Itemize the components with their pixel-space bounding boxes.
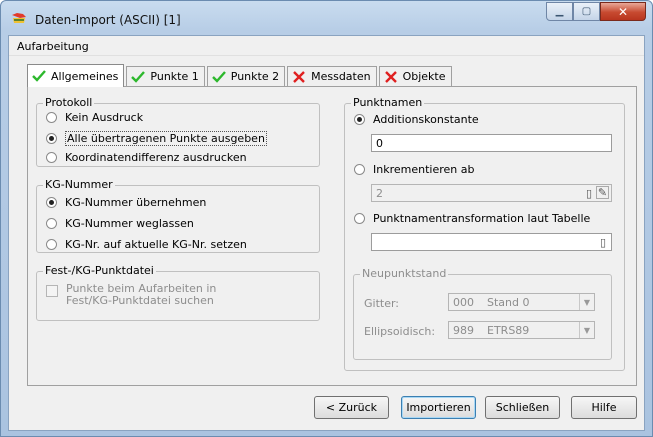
file-icon[interactable]: ▯ (582, 186, 596, 200)
minimize-button[interactable]: ▁ (546, 2, 573, 21)
radio-koordinatendifferenz[interactable]: Koordinatendifferenz ausdrucken (46, 151, 247, 164)
tab-panel: Protokoll Kein Ausdruck Alle übertragene… (27, 86, 637, 386)
ellipsoidisch-select[interactable]: 989 ETRS89 ▼ (448, 321, 595, 339)
minimize-icon: ▁ (555, 6, 564, 17)
dialog-client: Aufarbeitung Allgemeines Punkte 1 Punkte… (8, 35, 645, 431)
help-button[interactable]: Hilfe (571, 396, 637, 419)
radio-transformation[interactable]: Punktnamentransformation laut Tabelle (354, 212, 590, 225)
group-label: Neupunktstand (360, 267, 449, 280)
x-icon (384, 70, 397, 83)
protokoll-group: Protokoll Kein Ausdruck Alle übertragene… (36, 96, 320, 167)
inkrementieren-input[interactable]: 2 (371, 184, 612, 202)
tab-label: Punkte 2 (230, 70, 280, 83)
group-label: Punktnamen (351, 96, 425, 109)
neupunktstand-group: Neupunktstand Gitter: 000 Stand 0 ▼ Elli… (353, 267, 612, 360)
checkbox-punkte-suchen[interactable]: Punkte beim Aufarbeiten in Fest/KG-Punkt… (46, 283, 216, 307)
close-button[interactable]: Schließen (485, 396, 560, 419)
radio-circle (354, 213, 365, 224)
check-icon (211, 70, 226, 83)
tab-punkte-2[interactable]: Punkte 2 (206, 66, 286, 86)
title-bar[interactable]: Daten-Import (ASCII) [1] ▁ ▢ ✕ (1, 1, 652, 35)
radio-inkrementieren[interactable]: Inkrementieren ab (354, 163, 474, 176)
tab-allgemeines[interactable]: Allgemeines (27, 64, 125, 87)
additionskonstante-input[interactable]: 0 (371, 134, 612, 152)
gitter-label: Gitter: (364, 297, 400, 310)
maximize-button[interactable]: ▢ (573, 2, 600, 21)
close-window-button[interactable]: ✕ (600, 2, 646, 21)
radio-circle (354, 164, 365, 175)
checkbox-box (46, 285, 58, 297)
group-label: Protokoll (43, 96, 95, 109)
radio-kg-aktuell[interactable]: KG-Nr. auf aktuelle KG-Nr. setzen (46, 238, 247, 251)
gitter-select[interactable]: 000 Stand 0 ▼ (448, 293, 595, 311)
radio-circle (46, 197, 57, 208)
back-button[interactable]: < Zurück (314, 396, 389, 419)
tab-label: Objekte (402, 70, 446, 83)
tab-strip: Allgemeines Punkte 1 Punkte 2 Messdaten … (27, 64, 452, 87)
window-title: Daten-Import (ASCII) [1] (35, 13, 181, 27)
radio-circle (46, 112, 57, 123)
check-icon (32, 70, 46, 82)
menu-bar: Aufarbeitung (9, 36, 644, 56)
group-label: KG-Nummer (43, 178, 115, 191)
punktnamen-group: Punktnamen Additionskonstante 0 Inkremen… (344, 96, 625, 371)
check-icon (131, 70, 146, 83)
radio-circle (46, 133, 57, 144)
chevron-down-icon: ▼ (579, 294, 594, 310)
app-icon (12, 13, 26, 23)
close-icon: ✕ (617, 4, 629, 19)
radio-circle (46, 239, 57, 250)
file-icon[interactable]: ▯ (596, 235, 610, 249)
tab-objekte[interactable]: Objekte (378, 66, 452, 86)
menu-aufarbeitung[interactable]: Aufarbeitung (17, 40, 89, 53)
ellipsoidisch-label: Ellipsoidisch: (364, 325, 436, 338)
radio-kg-uebernehmen[interactable]: KG-Nummer übernehmen (46, 196, 206, 209)
x-icon (293, 70, 305, 83)
tab-messdaten[interactable]: Messdaten (287, 66, 377, 86)
chevron-down-icon: ▼ (579, 322, 594, 338)
maximize-icon: ▢ (581, 6, 592, 17)
radio-circle (354, 114, 365, 125)
group-label: Fest-/KG-Punktdatei (43, 264, 156, 277)
dialog-window: Daten-Import (ASCII) [1] ▁ ▢ ✕ Aufarbeit… (0, 0, 653, 437)
radio-kein-ausdruck[interactable]: Kein Ausdruck (46, 111, 143, 124)
transformation-input[interactable] (371, 233, 612, 251)
tab-label: Punkte 1 (150, 70, 199, 83)
fest-punktdatei-group: Fest-/KG-Punktdatei Punkte beim Aufarbei… (36, 264, 320, 321)
radio-kg-weglassen[interactable]: KG-Nummer weglassen (46, 217, 194, 230)
radio-circle (46, 218, 57, 229)
radio-alle-punkte[interactable]: Alle übertragenen Punkte ausgeben (46, 131, 267, 146)
tab-punkte-1[interactable]: Punkte 1 (126, 66, 205, 86)
import-button[interactable]: Importieren (401, 396, 476, 419)
tab-label: Messdaten (311, 70, 371, 83)
radio-circle (46, 152, 57, 163)
radio-additionskonstante[interactable]: Additionskonstante (354, 113, 479, 126)
tab-label: Allgemeines (51, 69, 119, 83)
edit-icon[interactable]: ✎ (596, 186, 609, 199)
kg-nummer-group: KG-Nummer KG-Nummer übernehmen KG-Nummer… (36, 178, 320, 253)
